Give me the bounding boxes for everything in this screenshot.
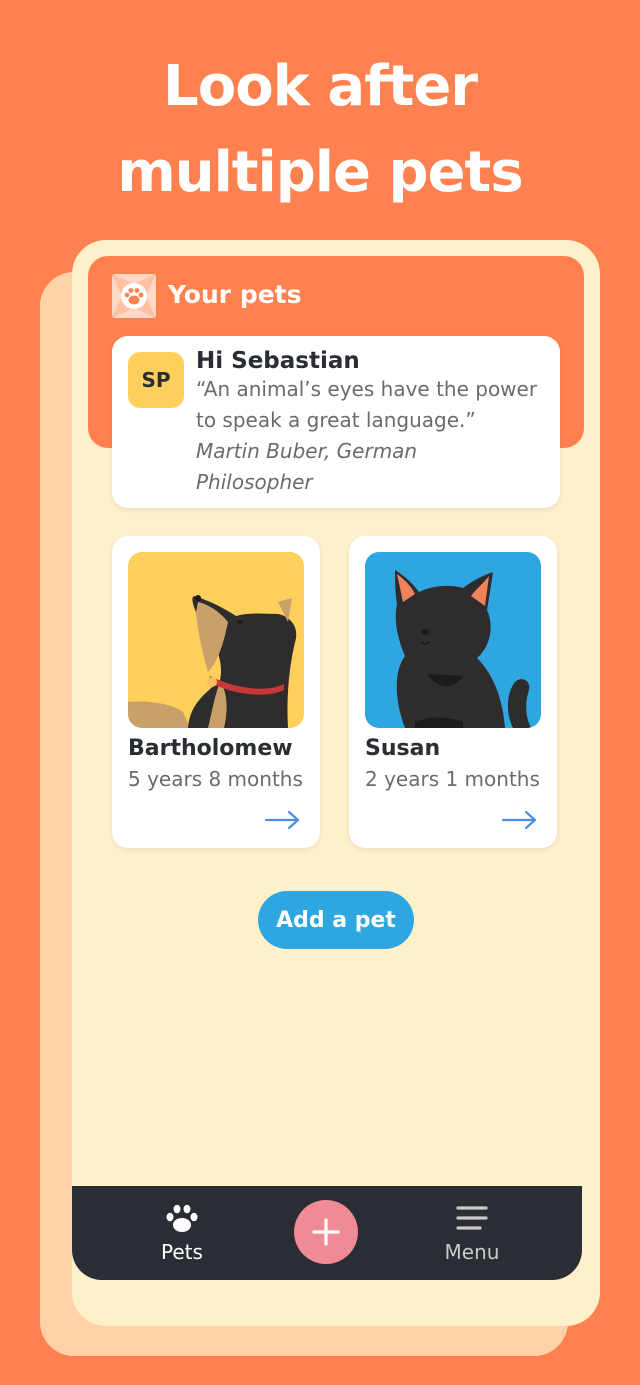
- headline-line-2: multiple pets: [117, 140, 523, 205]
- pet-name: Bartholomew: [128, 736, 293, 761]
- tab-menu-label: Menu: [444, 1240, 500, 1264]
- phone-screen: Your pets SP Hi Sebastian “An animal’s e…: [72, 240, 600, 1326]
- tab-pets[interactable]: Pets: [122, 1186, 242, 1280]
- arrow-right-icon[interactable]: [264, 808, 302, 832]
- greeting-card: SP Hi Sebastian “An animal’s eyes have t…: [112, 336, 560, 508]
- arrow-right-icon[interactable]: [501, 808, 539, 832]
- tab-menu[interactable]: Menu: [412, 1186, 532, 1280]
- paw-icon: [164, 1202, 200, 1236]
- pet-card-susan[interactable]: Susan 2 years 1 months: [349, 536, 557, 848]
- headline-line-1: Look after: [163, 54, 478, 119]
- tab-pets-label: Pets: [161, 1240, 203, 1264]
- greeting-quote: “An animal’s eyes have the power to spea…: [196, 377, 538, 432]
- paw-logo-icon: [112, 274, 156, 318]
- add-button[interactable]: [294, 1200, 358, 1264]
- pet-photo-cat: [365, 552, 541, 728]
- bottom-tab-bar: Pets Menu: [72, 1186, 582, 1280]
- headline: Look after multiple pets: [0, 44, 640, 216]
- greeting-quote-author: Martin Buber, German Philosopher: [196, 439, 418, 494]
- pet-photo-dog: [128, 552, 304, 728]
- hamburger-menu-icon: [454, 1202, 490, 1236]
- pet-age: 2 years 1 months: [365, 767, 540, 791]
- pet-card-bartholomew[interactable]: Bartholomew 5 years 8 months: [112, 536, 320, 848]
- plus-icon: [312, 1218, 340, 1246]
- header-title: Your pets: [168, 280, 302, 309]
- pet-age: 5 years 8 months: [128, 767, 303, 791]
- add-pet-button[interactable]: Add a pet: [258, 891, 414, 949]
- pet-name: Susan: [365, 736, 441, 761]
- avatar[interactable]: SP: [128, 352, 184, 408]
- greeting-title: Hi Sebastian: [196, 348, 360, 374]
